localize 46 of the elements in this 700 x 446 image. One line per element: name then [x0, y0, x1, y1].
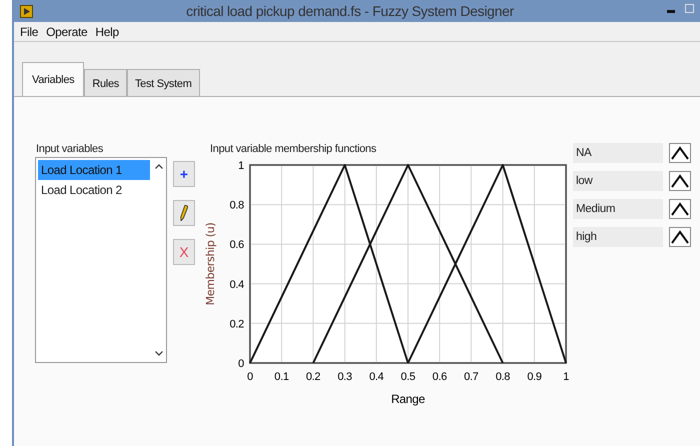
menu-item[interactable]: File [20, 22, 38, 40]
scroll-down-icon[interactable] [155, 351, 163, 356]
shape-button[interactable] [669, 143, 691, 163]
list-item[interactable]: Load Location 1 [38, 160, 150, 180]
y-tick-label: 0.8 [230, 200, 244, 212]
minimize-icon[interactable] [667, 10, 675, 12]
tab[interactable]: Variables [22, 62, 84, 96]
add-button[interactable]: + [173, 161, 195, 187]
x-tick-label: 0.8 [496, 371, 510, 383]
function-name-field[interactable]: Medium [573, 199, 663, 219]
y-tick-label: 0.4 [230, 278, 244, 291]
tab[interactable]: Rules [84, 68, 127, 96]
x-tick-label: 0.7 [464, 371, 478, 383]
edit-button[interactable] [173, 200, 195, 226]
shape-button[interactable] [669, 199, 691, 219]
list-item[interactable]: Load Location 2 [38, 180, 150, 200]
x-tick-label: 0.6 [432, 371, 447, 383]
y-tick-label: 0 [238, 358, 244, 370]
window-title: critical load pickup demand.fs - Fuzzy System Designer [185, 2, 515, 21]
pencil-icon [180, 205, 188, 221]
x-tick-label: 0.3 [338, 371, 352, 383]
y-tick-label: 0.6 [230, 239, 244, 252]
x-tick-label: 1 [563, 371, 569, 383]
x-tick-label: 0.1 [274, 371, 289, 383]
chart-title: Input variable membership functions [210, 142, 376, 157]
x-tick-label: 0.2 [306, 371, 320, 383]
shape-button[interactable] [669, 171, 691, 191]
app-icon [20, 4, 33, 18]
y-axis-label: Membership (u) [204, 222, 217, 306]
y-tick-label: 0.2 [230, 318, 244, 330]
x-tick-label: 0.5 [400, 371, 416, 383]
y-tick-label: 1 [238, 160, 244, 172]
variables-list[interactable]: Load Location 1 Load Location 2 [35, 157, 167, 363]
function-name-field[interactable]: NA [573, 143, 663, 163]
function-name-field[interactable]: high [573, 227, 663, 247]
tab[interactable]: Test System [126, 68, 200, 96]
scroll-up-icon[interactable] [155, 164, 163, 169]
x-tick-label: 0.9 [527, 371, 542, 383]
menu-item[interactable]: Help [95, 22, 119, 40]
x-axis-label: Range [391, 392, 425, 406]
x-tick-label: 0 [247, 371, 253, 383]
menu-item[interactable]: Operate [46, 22, 88, 40]
x-tick-label: 0.4 [369, 371, 384, 383]
shape-button[interactable] [669, 227, 691, 247]
function-name-field[interactable]: low [573, 171, 663, 191]
list-label: Input variables [36, 142, 104, 157]
